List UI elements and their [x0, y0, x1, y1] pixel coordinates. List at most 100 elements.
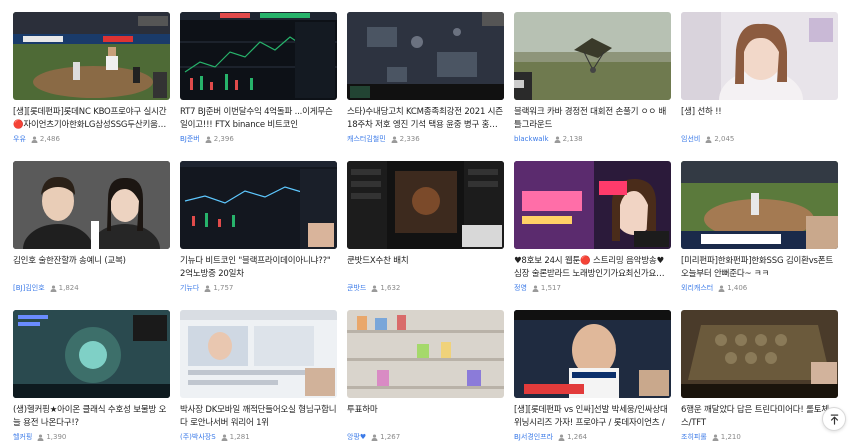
- viewer-icon: [371, 285, 378, 292]
- broadcast-card[interactable]: RT7 BJ준버 이번달수익 4억돌파 ...이게무슨일이고!!! FTX bi…: [180, 12, 337, 150]
- broadcast-thumbnail[interactable]: [347, 310, 504, 398]
- viewer-icon: [50, 285, 57, 292]
- broadcast-card[interactable]: 쿤밧드X수찬 배치 쿤밧드 1,632: [347, 161, 504, 299]
- broadcast-thumbnail[interactable]: [681, 310, 838, 398]
- viewer-icon: [31, 136, 38, 143]
- broadcast-thumbnail[interactable]: [180, 12, 337, 100]
- broadcast-title[interactable]: [미리펀파]한화펀파]한화SSG 김이환vs폰트 오늘부터 안뻐준다~ ㅋㅋ: [681, 255, 838, 280]
- broadcast-title[interactable]: 기뉴다 비트코인 "블랙프라이데이아니냐??" 2억노방중 20일차: [180, 255, 337, 280]
- broadcast-thumbnail[interactable]: [13, 12, 170, 100]
- broadcast-thumbnail[interactable]: [13, 310, 170, 398]
- broadcast-meta: 쿤밧드 1,632: [347, 283, 504, 293]
- scroll-to-top-button[interactable]: [822, 407, 846, 431]
- broadcast-card[interactable]: ♥8호보 24시 웹툰🔴 스트리밍 음악방송♥심장 술론받라드 노래방인기가요최…: [514, 161, 671, 299]
- broadcast-thumbnail[interactable]: [514, 310, 671, 398]
- broadcast-title[interactable]: 김인호 술한잔할까 송예니 (교복): [13, 255, 170, 280]
- viewer-icon: [718, 285, 725, 292]
- viewer-count-value: 1,757: [213, 284, 234, 292]
- broadcast-title[interactable]: 박사장 DK모바일 깨적단들어오실 형님구합니다 로안나서버 워리어 1위: [180, 404, 337, 429]
- viewer-count-value: 1,632: [380, 284, 401, 292]
- broadcast-thumbnail[interactable]: [681, 161, 838, 249]
- broadcast-card[interactable]: 기뉴다 비트코인 "블랙프라이데이아니냐??" 2억노방중 20일차 기뉴다 1…: [180, 161, 337, 299]
- broadcast-card[interactable]: [미리펀파]한화펀파]한화SSG 김이환vs폰트 오늘부터 안뻐준다~ ㅋㅋ 외…: [681, 161, 838, 299]
- broadcast-card[interactable]: [생] 선하 !! 임선비 2,045: [681, 12, 838, 150]
- viewer-count-value: 1,517: [540, 284, 561, 292]
- viewer-icon: [37, 434, 44, 441]
- broadcast-title[interactable]: 6행운 깨달았다 답은 트린다미어다! 롤토체스/TFT: [681, 404, 838, 429]
- broadcast-meta: 임선비 2,045: [681, 134, 838, 144]
- broadcast-thumbnail[interactable]: [514, 12, 671, 100]
- channel-name[interactable]: 앙팡♥: [347, 432, 366, 441]
- viewer-count-value: 2,045: [714, 135, 735, 143]
- viewer-count: 1,210: [712, 433, 741, 441]
- broadcast-card[interactable]: 6행운 깨달았다 답은 트린다미어다! 롤토체스/TFT 조히피롤 1,210: [681, 310, 838, 441]
- broadcast-card[interactable]: 블랙워크 카바 경정전 대회전 손풀기 ㅇㅇ 배틀그라운드 blackwalk …: [514, 12, 671, 150]
- channel-name[interactable]: 기뉴다: [180, 283, 199, 293]
- broadcast-card[interactable]: [생][롯데펀파]롯데NC KBO프로야구 실시간🔴자이언츠기아한화LG삼성SS…: [13, 12, 170, 150]
- broadcast-meta: 우유 2,486: [13, 134, 170, 144]
- channel-name[interactable]: [BJ]김인호: [13, 283, 45, 293]
- channel-name[interactable]: 우유: [13, 134, 26, 144]
- broadcast-thumbnail[interactable]: [347, 161, 504, 249]
- broadcast-card[interactable]: 김인호 술한잔할까 송예니 (교복) [BJ]김인호 1,824: [13, 161, 170, 299]
- channel-name[interactable]: 외리캐스터: [681, 283, 713, 293]
- broadcast-card[interactable]: (생)헬커핑★아이온 클래식 수호성 보물방 오늘 용전 나온다구!? 헬커핑 …: [13, 310, 170, 441]
- broadcast-card[interactable]: [생][롯데펀파 vs 인싸]선발 박세웅/인싸상대 위닝시리즈 가자! 프로야…: [514, 310, 671, 441]
- broadcast-title[interactable]: ♥8호보 24시 웹툰🔴 스트리밍 음악방송♥심장 술론받라드 노래방인기가요최…: [514, 255, 671, 280]
- viewer-count: 1,267: [371, 433, 400, 441]
- viewer-count-value: 2,396: [213, 135, 234, 143]
- viewer-icon: [554, 136, 561, 143]
- broadcast-meta: 조히피롤 1,210: [681, 432, 838, 441]
- broadcast-title[interactable]: 블랙워크 카바 경정전 대회전 손풀기 ㅇㅇ 배틀그라운드: [514, 106, 671, 131]
- viewer-icon: [205, 136, 212, 143]
- viewer-icon: [712, 434, 719, 441]
- viewer-count: 1,757: [204, 284, 233, 292]
- broadcast-title[interactable]: 쿤밧드X수찬 배치: [347, 255, 504, 280]
- broadcast-meta: 정영 1,517: [514, 283, 671, 293]
- channel-name[interactable]: (주)박사장S: [180, 432, 216, 441]
- arrow-up-icon: [830, 414, 838, 425]
- channel-name[interactable]: blackwalk: [514, 135, 549, 143]
- broadcast-grid: [생][롯데펀파]롯데NC KBO프로야구 실시간🔴자이언츠기아한화LG삼성SS…: [13, 12, 838, 441]
- viewer-count-value: 1,406: [727, 284, 748, 292]
- viewer-icon: [221, 434, 228, 441]
- broadcast-thumbnail[interactable]: [347, 12, 504, 100]
- broadcast-title[interactable]: [생][롯데펀파 vs 인싸]선발 박세웅/인싸상대 위닝시리즈 가자! 프로야…: [514, 404, 671, 429]
- channel-name[interactable]: 임선비: [681, 134, 700, 144]
- channel-name[interactable]: 정영: [514, 283, 527, 293]
- viewer-count-value: 2,486: [39, 135, 60, 143]
- broadcast-card[interactable]: 스타)수내당고치 KCM종족최강전 2021 시즌18주차 저호 엥진 기석 택…: [347, 12, 504, 150]
- viewer-icon: [705, 136, 712, 143]
- viewer-count-value: 1,267: [380, 433, 401, 441]
- broadcast-title[interactable]: RT7 BJ준버 이번달수익 4억돌파 ...이게무슨일이고!!! FTX bi…: [180, 106, 337, 131]
- channel-name[interactable]: 헬커핑: [13, 432, 32, 441]
- broadcast-meta: 캐스터김철민 2,336: [347, 134, 504, 144]
- broadcast-meta: 앙팡♥ 1,267: [347, 432, 504, 441]
- viewer-count-value: 1,264: [567, 433, 588, 441]
- broadcast-title[interactable]: 스타)수내당고치 KCM종족최강전 2021 시즌18주차 저호 엥진 기석 택…: [347, 106, 504, 131]
- broadcast-thumbnail[interactable]: [180, 310, 337, 398]
- broadcast-meta: BJ서경인프라 1,264: [514, 432, 671, 441]
- viewer-count-value: 2,336: [399, 135, 420, 143]
- channel-name[interactable]: 캐스터김철민: [347, 134, 386, 144]
- viewer-count: 2,138: [554, 135, 583, 143]
- broadcast-meta: 외리캐스터 1,406: [681, 283, 838, 293]
- broadcast-thumbnail[interactable]: [13, 161, 170, 249]
- channel-name[interactable]: BJ서경인프라: [514, 432, 553, 441]
- viewer-count: 2,336: [391, 135, 420, 143]
- viewer-icon: [204, 285, 211, 292]
- broadcast-title[interactable]: [생][롯데펀파]롯데NC KBO프로야구 실시간🔴자이언츠기아한화LG삼성SS…: [13, 106, 170, 131]
- channel-name[interactable]: 쿤밧드: [347, 283, 366, 293]
- channel-name[interactable]: BJ준버: [180, 134, 200, 144]
- broadcast-title[interactable]: [생] 선하 !!: [681, 106, 838, 131]
- broadcast-thumbnail[interactable]: [180, 161, 337, 249]
- broadcast-title[interactable]: 투표하마: [347, 404, 504, 429]
- viewer-count: 1,281: [221, 433, 250, 441]
- viewer-count: 2,045: [705, 135, 734, 143]
- broadcast-card[interactable]: 박사장 DK모바일 깨적단들어오실 형님구합니다 로안나서버 워리어 1위 (주…: [180, 310, 337, 441]
- broadcast-thumbnail[interactable]: [681, 12, 838, 100]
- broadcast-card[interactable]: 투표하마 앙팡♥ 1,267: [347, 310, 504, 441]
- channel-name[interactable]: 조히피롤: [681, 432, 707, 441]
- broadcast-thumbnail[interactable]: [514, 161, 671, 249]
- broadcast-title[interactable]: (생)헬커핑★아이온 클래식 수호성 보물방 오늘 용전 나온다구!?: [13, 404, 170, 429]
